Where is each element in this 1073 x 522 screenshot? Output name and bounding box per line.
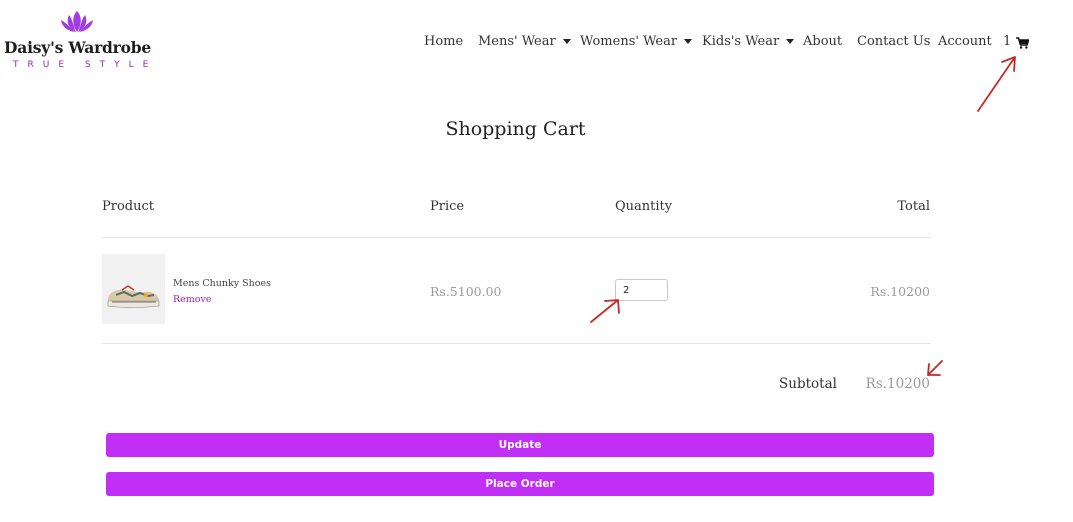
subtotal-value: Rs.10200 (865, 376, 930, 392)
shoe-image (107, 285, 160, 308)
nav-home-label: Home (424, 34, 464, 49)
row-divider (102, 343, 931, 344)
header-price: Price (430, 199, 465, 214)
caret-down-icon (786, 39, 795, 44)
nav-mens-wear[interactable]: Mens' Wear (478, 34, 571, 49)
cart-count[interactable]: 1 (1003, 34, 1011, 49)
nav-contact-us-label: Contact Us (857, 34, 931, 49)
page-title: Shopping Cart (445, 118, 586, 140)
arrow-to-subtotal (927, 360, 943, 376)
header-product: Product (102, 199, 154, 214)
place-order-button[interactable]: Place Order (106, 472, 934, 496)
product-thumbnail[interactable] (102, 254, 165, 324)
update-button[interactable]: Update (106, 433, 934, 457)
quantity-input[interactable] (615, 279, 668, 301)
lotus-icon (61, 11, 93, 32)
brand-name: Daisy's Wardrobe (4, 38, 152, 57)
arrow-to-quantity (590, 299, 620, 323)
product-name[interactable]: Mens Chunky Shoes (173, 278, 271, 289)
header-divider (102, 237, 931, 238)
shopping-cart-icon[interactable] (1016, 37, 1029, 49)
nav-account-label: Account (938, 34, 992, 49)
caret-down-icon (684, 39, 693, 44)
arrow-to-cart (977, 56, 1016, 112)
nav-about[interactable]: About (803, 34, 842, 49)
header-quantity: Quantity (615, 199, 673, 214)
nav-account[interactable]: Account (938, 34, 992, 49)
nav-womens-wear[interactable]: Womens' Wear (580, 34, 693, 49)
nav-about-label: About (803, 34, 843, 49)
product-price: Rs.5100.00 (430, 284, 502, 299)
nav-mens-wear-label: Mens' Wear (478, 34, 556, 49)
nav-kids-wear-label: Kids's Wear (702, 34, 780, 49)
subtotal-label: Subtotal (779, 376, 837, 392)
brand-logo[interactable]: Daisy's Wardrobe TRUE STYLE (4, 10, 152, 72)
header-total: Total (897, 199, 930, 214)
caret-down-icon (562, 39, 571, 44)
nav-kids-wear[interactable]: Kids's Wear (702, 34, 795, 49)
nav-contact-us[interactable]: Contact Us (857, 34, 930, 49)
remove-link[interactable]: Remove (173, 294, 212, 305)
nav-womens-wear-label: Womens' Wear (580, 34, 678, 49)
row-total: Rs.10200 (870, 284, 930, 299)
brand-tagline: TRUE STYLE (13, 60, 158, 70)
nav-home[interactable]: Home (424, 34, 463, 49)
